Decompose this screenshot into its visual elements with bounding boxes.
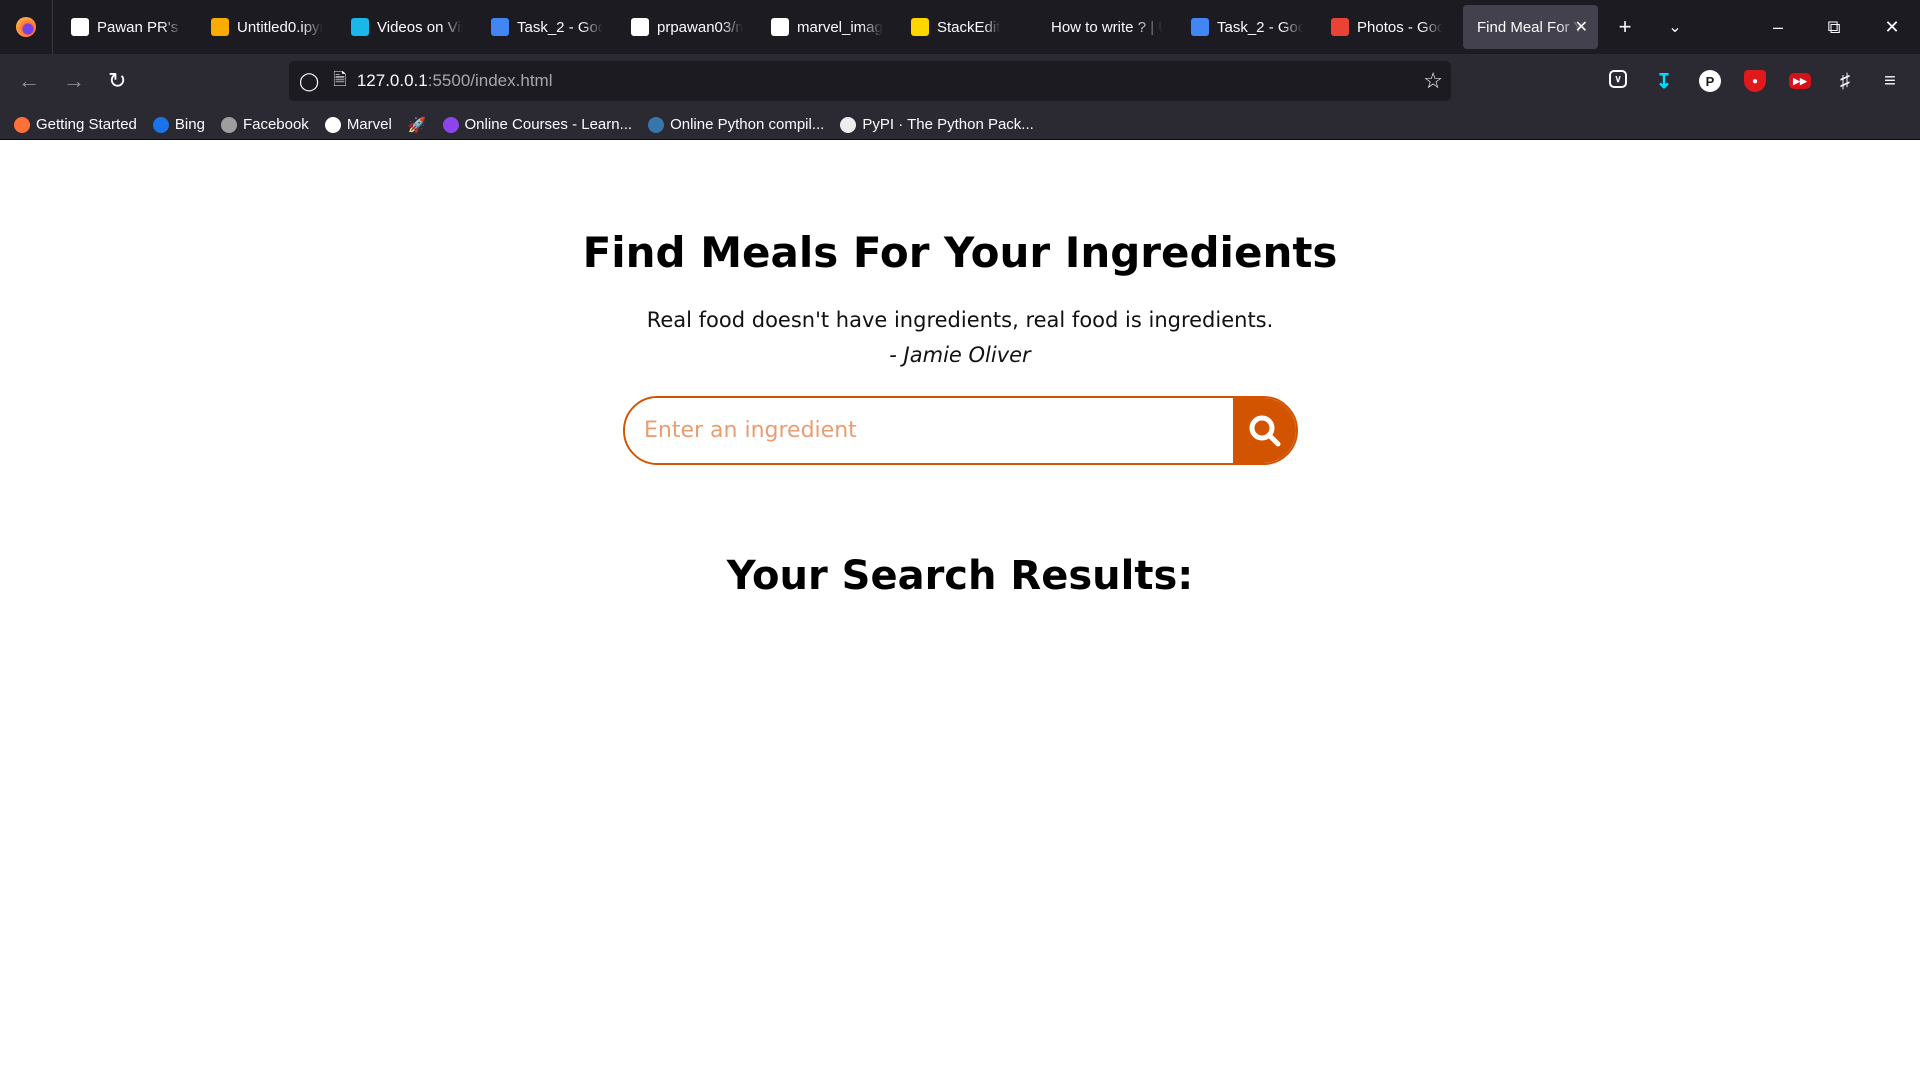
tab[interactable]: Task_2 - Google Docs [477, 5, 617, 49]
bookmark-favicon-icon [324, 116, 341, 133]
firefox-view-button[interactable] [0, 0, 53, 54]
bookmark-item[interactable]: Marvel [324, 116, 392, 133]
url-path: :5500/index.html [427, 71, 553, 90]
bookmark-favicon-icon [442, 116, 459, 133]
colab-icon [211, 18, 229, 36]
tab-title: StackEdit [937, 18, 1001, 36]
bookmark-label: Bing [174, 116, 205, 133]
quote-text: Real food doesn't have ingredients, real… [646, 308, 1274, 332]
new-tab-button[interactable]: + [1600, 14, 1650, 40]
marvel-logo-icon [71, 18, 89, 36]
close-tab-icon[interactable]: ✕ [1575, 17, 1588, 37]
tab[interactable]: Videos on Vimeo [337, 5, 477, 49]
bookmark-item[interactable]: Online Courses - Learn... [442, 116, 633, 133]
tab-title: marvel_images [797, 18, 883, 36]
tab-title: Photos - Google Photos [1357, 18, 1443, 36]
navigation-toolbar: ← → ↻ ◯ 🗎 127.0.0.1:5500/index.html ☆ ∨ … [0, 54, 1920, 110]
bookmark-item[interactable]: PyPI · The Python Pack... [840, 116, 1034, 133]
list-all-tabs-button[interactable]: ⌄ [1650, 17, 1700, 37]
restore-button[interactable]: ⧉ [1806, 0, 1862, 54]
extension-forward-icon[interactable]: ▶▶ [1789, 73, 1811, 89]
close-window-button[interactable]: ✕ [1864, 0, 1920, 54]
url-bar[interactable]: ◯ 🗎 127.0.0.1:5500/index.html ☆ [289, 61, 1451, 101]
tab[interactable]: Task_2 - Google Docs [1177, 5, 1317, 49]
bookmark-item[interactable]: Online Python compil... [648, 116, 824, 133]
pocket-icon[interactable]: ∨ [1609, 70, 1627, 88]
back-button[interactable]: ← [18, 68, 40, 94]
bookmark-label: Getting Started [36, 116, 137, 133]
tab[interactable]: Photos - Google Photos [1317, 5, 1457, 49]
ingredient-search-input[interactable] [625, 398, 1233, 463]
forward-button[interactable]: → [63, 68, 85, 94]
tab-title: Find Meal For You [1477, 18, 1584, 36]
tab-title: Pawan PR's Portfolio [97, 18, 183, 36]
extensions-puzzle-icon[interactable]: ♯ [1834, 70, 1856, 92]
tab-bar: Pawan PR's Portfolio Untitled0.ipynb Video… [0, 0, 1920, 54]
tab-title: Task_2 - Google Docs [517, 18, 603, 36]
page-content: Find Meals For Your Ingredients Real foo… [0, 140, 1920, 1080]
tab[interactable]: prpawan03/marvel [617, 5, 757, 49]
tab-title: Untitled0.ipynb [237, 18, 323, 36]
bookmark-label: Online Python compil... [670, 116, 825, 133]
tab-title: How to write ? | U [1051, 18, 1163, 36]
search-icon [1249, 415, 1280, 446]
extension-p-icon[interactable]: P [1699, 70, 1721, 92]
tab[interactable]: marvel_images [757, 5, 897, 49]
google-docs-icon [491, 18, 509, 36]
tab-title: Task_2 - Google Docs [1217, 18, 1303, 36]
reload-button[interactable]: ↻ [108, 68, 126, 94]
bookmark-favicon-icon [152, 116, 169, 133]
firefox-icon [16, 17, 36, 37]
minimize-button[interactable]: – [1750, 0, 1806, 54]
tab[interactable]: How to write ? | U [1037, 5, 1177, 49]
bookmark-item[interactable]: Facebook [220, 116, 309, 133]
google-docs-icon [1191, 18, 1209, 36]
bookmark-star-icon[interactable]: ☆ [1423, 68, 1443, 94]
github-icon [631, 18, 649, 36]
bookmark-favicon-icon [14, 116, 30, 133]
stackedit-icon [911, 18, 929, 36]
page-title: Find Meals For Your Ingredients [582, 228, 1338, 277]
url-host: 127.0.0.1 [356, 71, 428, 90]
menu-hamburger-icon[interactable]: ≡ [1879, 70, 1901, 92]
page-icon: 🗎 [333, 69, 347, 89]
bookmark-favicon-icon [840, 116, 857, 133]
tab[interactable]: Pawan PR's Portfolio [57, 5, 197, 49]
bookmark-label: PyPI · The Python Pack... [862, 116, 1034, 133]
tab-active[interactable]: Find Meal For You✕ [1463, 5, 1598, 49]
bookmark-favicon-icon [220, 116, 237, 133]
bookmark-item[interactable]: 🚀 [408, 116, 427, 134]
bookmark-favicon-icon [648, 116, 665, 133]
bookmark-label: Marvel [346, 116, 392, 133]
quote-author: - Jamie Oliver [889, 343, 1031, 367]
bookmark-label: 🚀 [407, 116, 427, 134]
bookmark-item[interactable]: Bing [152, 116, 205, 133]
downloads-icon[interactable]: ↧ [1653, 70, 1675, 93]
github-icon [771, 18, 789, 36]
tab[interactable]: Untitled0.ipynb [197, 5, 337, 49]
results-heading: Your Search Results: [726, 553, 1194, 599]
bookmark-label: Online Courses - Learn... [464, 116, 633, 133]
tab[interactable]: StackEdit [897, 5, 1037, 49]
bookmarks-toolbar: Getting Started Bing Facebook Marvel 🚀 Online… [0, 110, 1920, 140]
bookmark-item[interactable]: Getting Started [14, 116, 137, 133]
search-form [623, 396, 1298, 465]
tab-title: prpawan03/marvel [657, 18, 743, 36]
vimeo-icon [351, 18, 369, 36]
extension-lock-shield-icon[interactable]: ● [1744, 70, 1766, 92]
bookmark-label: Facebook [242, 116, 309, 133]
tab-title: Videos on Vimeo [377, 18, 463, 36]
google-photos-icon [1331, 18, 1349, 36]
shield-icon[interactable]: ◯ [299, 71, 319, 92]
search-button[interactable] [1233, 398, 1296, 463]
